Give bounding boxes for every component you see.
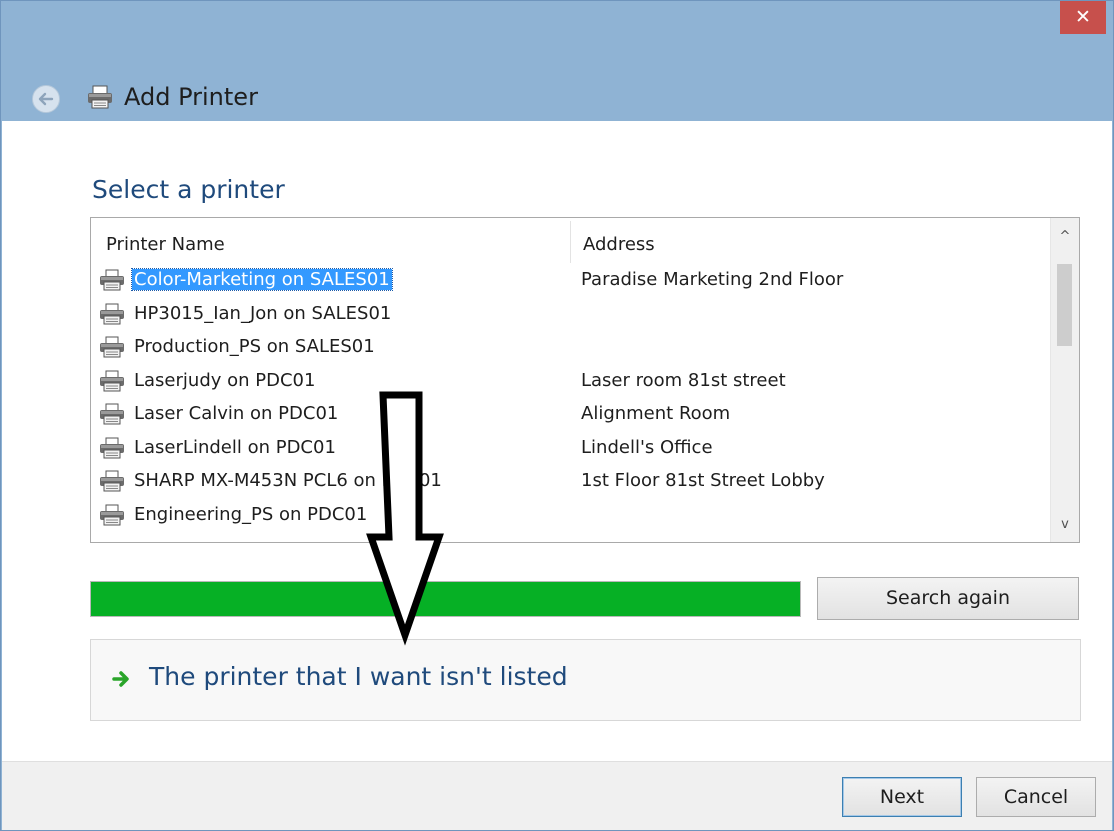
printer-list[interactable]: Printer Name Address Color-Marketing on … xyxy=(90,217,1080,543)
scroll-down-arrow-icon[interactable]: v xyxy=(1051,512,1079,538)
printer-icon xyxy=(99,303,125,325)
printer-icon xyxy=(99,504,125,526)
printer-address: Alignment Room xyxy=(581,403,731,424)
printer-address: Lindell's Office xyxy=(581,436,713,458)
printer-name: Laser Calvin on PDC01 xyxy=(134,403,339,424)
printer-address: 1st Floor 81st Street Lobby xyxy=(581,470,825,491)
column-header-address[interactable]: Address xyxy=(583,234,655,255)
printer-name: Laserjudy on PDC01 xyxy=(134,369,316,391)
add-printer-window: ✕ Add Printer Select a printer Printer N… xyxy=(0,0,1114,831)
next-button[interactable]: Next xyxy=(842,777,962,817)
printer-name: HP3015_Ian_Jon on SALES01 xyxy=(134,302,392,324)
printer-name: LaserLindell on PDC01 xyxy=(134,436,336,458)
scroll-up-arrow-icon[interactable]: ^ xyxy=(1051,224,1079,250)
wizard-content: Select a printer Printer Name Address Co… xyxy=(2,121,1112,761)
printer-icon xyxy=(99,437,125,459)
printer-row[interactable]: Color-Marketing on SALES01 Paradise Marke… xyxy=(91,264,1049,297)
printer-name: Engineering_PS on PDC01 xyxy=(134,503,368,525)
printer-address: Paradise Marketing 2nd Floor xyxy=(581,269,844,290)
printer-name: SHARP MX-M453N PCL6 on PDC01 xyxy=(134,470,442,491)
printer-row[interactable]: LaserLindell on PDC01 Lindell's Office xyxy=(91,432,1049,465)
printer-name: Color-Marketing on SALES01 xyxy=(131,268,393,291)
close-button[interactable]: ✕ xyxy=(1060,1,1106,34)
page-heading: Select a printer xyxy=(92,175,285,204)
printer-icon xyxy=(99,269,125,291)
wizard-footer: Next Cancel xyxy=(2,761,1112,830)
green-arrow-icon xyxy=(112,671,129,687)
column-divider[interactable] xyxy=(570,221,571,263)
cancel-button[interactable]: Cancel xyxy=(976,777,1096,817)
progress-fill xyxy=(91,582,800,616)
search-again-button[interactable]: Search again xyxy=(817,577,1079,620)
printer-icon xyxy=(99,403,125,425)
list-header: Printer Name Address xyxy=(91,218,1049,263)
printer-row[interactable]: Laserjudy on PDC01 Laser room 81st street xyxy=(91,365,1049,398)
search-progress-bar xyxy=(90,581,801,617)
back-arrow-icon xyxy=(38,92,54,106)
printer-icon xyxy=(99,370,125,392)
printer-row[interactable]: Production_PS on SALES01 xyxy=(91,331,1049,364)
printer-row[interactable]: Engineering_PS on PDC01 xyxy=(91,499,1049,532)
window-title: Add Printer xyxy=(124,83,258,111)
printer-row[interactable]: HP3015_Ian_Jon on SALES01 xyxy=(91,298,1049,331)
printer-icon xyxy=(88,85,112,109)
printer-address: Laser room 81st street xyxy=(581,369,786,391)
printer-row[interactable]: SHARP MX-M453N PCL6 on PDC01 1st Floor 81… xyxy=(91,465,1049,498)
vertical-scrollbar[interactable]: ^ v xyxy=(1050,218,1079,542)
printer-name: Production_PS on SALES01 xyxy=(134,336,375,357)
scroll-thumb[interactable] xyxy=(1057,264,1072,346)
printer-icon xyxy=(99,336,125,358)
printer-not-listed-label: The printer that I want isn't listed xyxy=(149,662,568,691)
column-header-printer-name[interactable]: Printer Name xyxy=(106,234,225,255)
printer-not-listed-link[interactable]: The printer that I want isn't listed xyxy=(90,639,1081,721)
back-button[interactable] xyxy=(32,85,60,113)
printer-icon xyxy=(99,470,125,492)
close-icon: ✕ xyxy=(1075,6,1091,28)
title-bar: ✕ xyxy=(1,1,1113,34)
printer-row[interactable]: Laser Calvin on PDC01 Alignment Room xyxy=(91,398,1049,431)
